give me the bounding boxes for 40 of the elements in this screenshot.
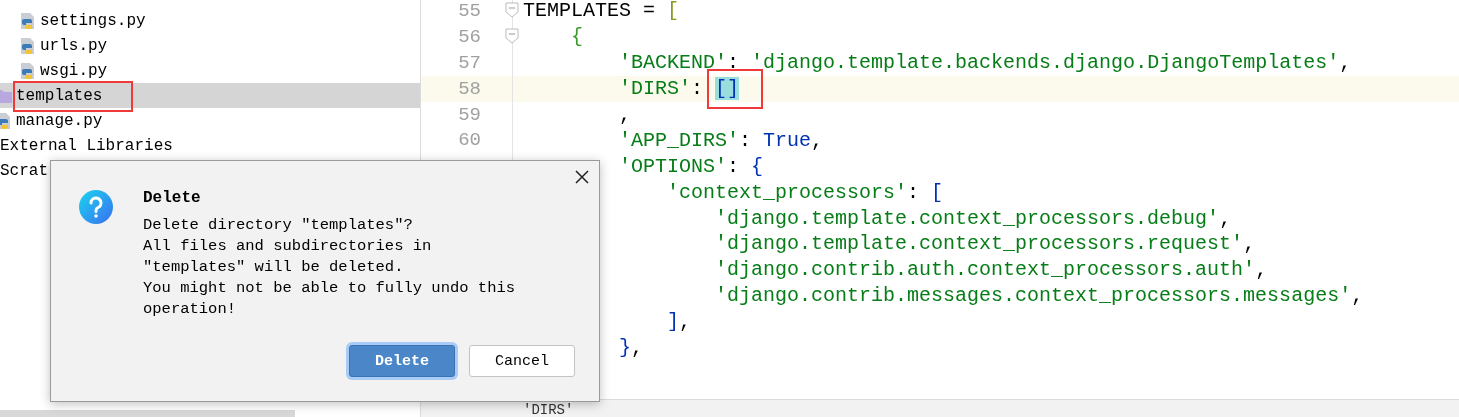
code-line: 'django.template.context_processors.debug',	[715, 206, 1232, 230]
python-file-icon	[20, 11, 36, 30]
tree-item[interactable]: settings.py	[0, 8, 420, 33]
code-line: 'DIRS': []	[619, 77, 740, 101]
code-line: {	[571, 25, 583, 49]
python-file-icon	[20, 61, 36, 80]
code-line: 'BACKEND': 'django.template.backends.django.DjangoTemplates',	[619, 51, 1352, 75]
fold-icon[interactable]	[505, 27, 519, 44]
code-line: 'APP_DIRS': True,	[619, 128, 824, 152]
tree-item[interactable]: manage.py	[0, 108, 420, 133]
code-line: 'context_processors': [	[667, 180, 944, 204]
code-line: ,	[619, 103, 632, 126]
line-number: 56	[457, 25, 481, 48]
tree-item[interactable]: External Libraries	[0, 133, 420, 158]
code-line: 'django.contrib.auth.context_processors.auth',	[715, 258, 1268, 282]
python-file-icon	[0, 111, 12, 130]
dialog-message: Delete directory "templates"? All files and subdirectories in "templates" will be deleted. You might not be able to fully undo this operation!	[143, 215, 517, 320]
line-number: 57	[457, 51, 481, 74]
delete-button[interactable]: Delete	[349, 345, 455, 377]
line-number: 60	[457, 129, 481, 152]
close-icon[interactable]	[575, 170, 589, 184]
code-line: 'django.contrib.messages.context_processors.messages',	[715, 284, 1364, 308]
code-line: 'OPTIONS': {	[619, 154, 764, 178]
folder-icon	[0, 88, 12, 103]
breadcrumb[interactable]: 'DIRS'	[523, 402, 574, 417]
code-line: },	[619, 336, 644, 359]
line-number: 59	[457, 103, 481, 126]
question-icon	[78, 189, 114, 225]
tree-item[interactable]: urls.py	[0, 33, 420, 58]
dialog-title: Delete	[143, 189, 202, 207]
cancel-button[interactable]: Cancel	[469, 345, 575, 377]
code-line: 'django.template.context_processors.request',	[715, 232, 1256, 256]
python-file-icon	[20, 36, 36, 55]
fold-icon[interactable]	[505, 2, 519, 18]
code-line: ],	[667, 310, 692, 334]
line-number: 55	[457, 0, 481, 22]
scrollbar[interactable]	[0, 410, 295, 417]
line-number: 58	[457, 77, 481, 100]
tree-item[interactable]: wsgi.py	[0, 58, 420, 83]
code-line: TEMPLATES = [	[523, 0, 680, 23]
